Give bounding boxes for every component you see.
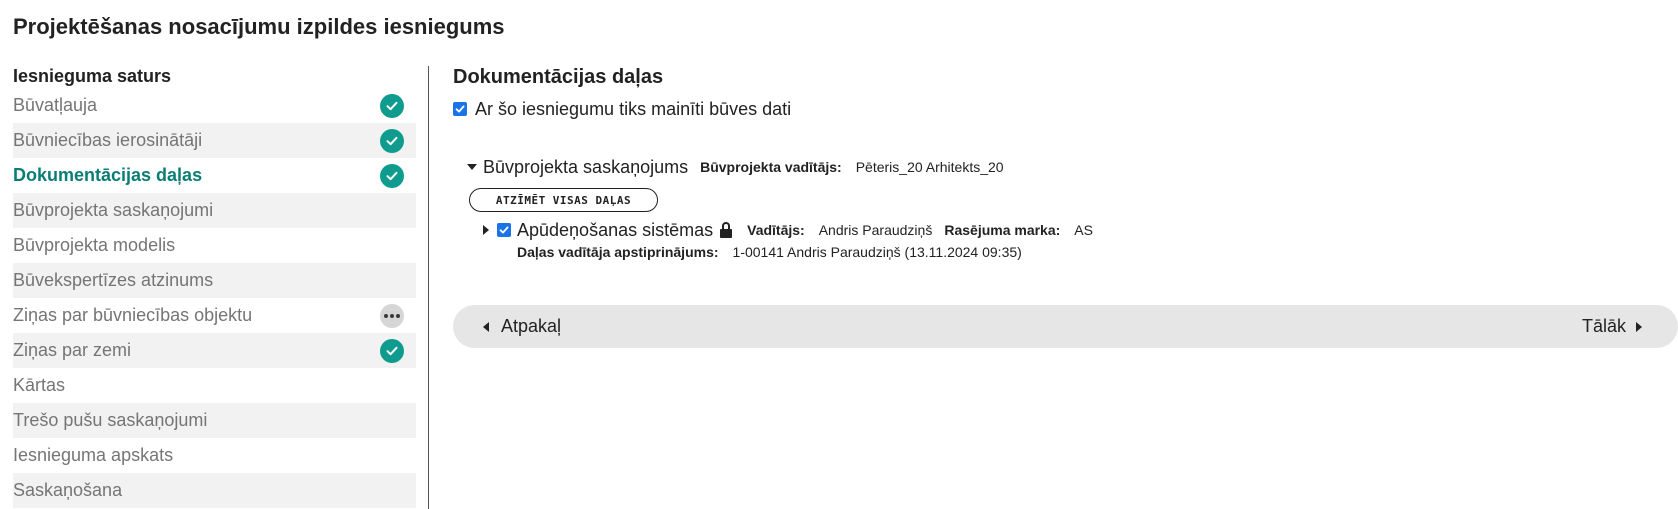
sidebar-item-zinas-par-zemi[interactable]: Ziņas par zemi <box>13 333 416 368</box>
drawing-mark-value: AS <box>1074 222 1093 238</box>
sidebar-item-saskanosana[interactable]: Saskaņošana <box>13 473 416 508</box>
back-button-label: Atpakaļ <box>501 316 562 336</box>
sidebar: Iesnieguma saturs Būvatļauja Būvniecības… <box>13 64 416 508</box>
sidebar-item-label: Būvekspertīzes atzinums <box>13 270 214 290</box>
sidebar-item-buvniecibas-ierosinataji[interactable]: Būvniecības ierosinātāji <box>13 123 416 158</box>
main-content: Dokumentācijas daļas Ar šo iesniegumu ti… <box>453 64 1675 260</box>
sidebar-item-kartas[interactable]: Kārtas <box>13 368 416 403</box>
sidebar-item-label: Ziņas par būvniecības objektu <box>13 305 253 325</box>
sidebar-item-zinas-par-buvniecibas-objektu[interactable]: Ziņas par būvniecības objektu <box>13 298 416 333</box>
document-group: Būvprojekta saskaņojums Būvprojekta vadī… <box>467 156 1016 178</box>
drawing-mark-label: Rasējuma marka: <box>944 222 1061 238</box>
page-title: Projektēšanas nosacījumu izpildes iesnie… <box>13 14 505 39</box>
sidebar-item-buvprojekta-saskanojumi[interactable]: Būvprojekta saskaņojumi <box>13 193 416 228</box>
sidebar-item-label: Būvniecības ierosinātāji <box>13 130 203 150</box>
manager-value: Pēteris_20 Arhitekts_20 <box>855 159 1004 175</box>
approval-value: 1-00141 Andris Paraudziņš (13.11.2024 09… <box>732 244 1022 260</box>
part-checkbox[interactable] <box>497 223 511 237</box>
approval-row: Daļas vadītāja apstiprinājums: 1-00141 A… <box>517 242 1105 262</box>
sidebar-item-label: Trešo pušu saskaņojumi <box>13 410 208 430</box>
check-circle-icon <box>380 93 404 118</box>
lead-value: Andris Paraudziņš <box>818 222 933 238</box>
section-title: Dokumentācijas daļas <box>453 66 664 88</box>
sidebar-item-label: Ziņas par zemi <box>13 340 132 360</box>
sidebar-list: Būvatļauja Būvniecības ierosinātāji Doku… <box>13 88 416 508</box>
vertical-divider <box>428 66 429 509</box>
back-button[interactable]: Atpakaļ <box>483 316 561 337</box>
sidebar-item-iesnieguma-apskats[interactable]: Iesnieguma apskats <box>13 438 416 473</box>
lock-icon <box>719 222 733 238</box>
sidebar-heading: Iesnieguma saturs <box>13 66 172 86</box>
change-data-row: Ar šo iesniegumu tiks mainīti būves dati <box>453 98 1675 120</box>
next-button-label: Tālāk <box>1581 316 1626 336</box>
manager-label: Būvprojekta vadītājs: <box>700 159 842 175</box>
group-header: Būvprojekta saskaņojums Būvprojekta vadī… <box>467 156 1016 178</box>
sidebar-item-buvprojekta-modelis[interactable]: Būvprojekta modelis <box>13 228 416 263</box>
document-part: Apūdeņošanas sistēmas Vadītājs: Andris P… <box>483 218 1105 262</box>
sidebar-item-label: Būvprojekta saskaņojumi <box>13 200 214 220</box>
group-name[interactable]: Būvprojekta saskaņojums <box>483 157 688 178</box>
part-name[interactable]: Apūdeņošanas sistēmas <box>517 220 713 241</box>
more-dots-icon <box>380 303 404 328</box>
expand-caret-icon[interactable] <box>483 225 489 235</box>
check-circle-icon <box>380 338 404 363</box>
lead-label: Vadītājs: <box>747 222 805 238</box>
sidebar-item-treso-pusu-saskanojumi[interactable]: Trešo pušu saskaņojumi <box>13 403 416 438</box>
approval-label: Daļas vadītāja apstiprinājums: <box>517 244 719 260</box>
collapse-caret-icon[interactable] <box>467 164 477 170</box>
sidebar-item-label: Iesnieguma apskats <box>13 445 174 465</box>
check-circle-icon <box>380 128 404 153</box>
next-button[interactable]: Tālāk <box>1582 316 1642 337</box>
sidebar-item-label: Dokumentācijas daļas <box>13 165 203 185</box>
sidebar-item-buvatlauja[interactable]: Būvatļauja <box>13 88 416 123</box>
part-header: Apūdeņošanas sistēmas Vadītājs: Andris P… <box>483 218 1105 242</box>
mark-all-parts-button[interactable]: ATZĪMĒT VISAS DAĻAS <box>469 188 658 212</box>
check-circle-icon <box>380 163 404 188</box>
chevron-right-icon <box>1636 321 1642 332</box>
sidebar-item-dokumentacijas-dalas[interactable]: Dokumentācijas daļas <box>13 158 416 193</box>
sidebar-item-label: Būvprojekta modelis <box>13 235 176 255</box>
chevron-left-icon <box>483 321 489 332</box>
change-data-checkbox[interactable] <box>453 102 467 116</box>
sidebar-item-buvekspertizes-atzinums[interactable]: Būvekspertīzes atzinums <box>13 263 416 298</box>
change-data-checkbox-label[interactable]: Ar šo iesniegumu tiks mainīti būves dati <box>475 99 791 120</box>
sidebar-item-label: Kārtas <box>13 375 66 395</box>
sidebar-item-label: Saskaņošana <box>13 480 123 500</box>
navigation-bar: Atpakaļ Tālāk <box>453 305 1678 348</box>
sidebar-item-label: Būvatļauja <box>13 95 98 115</box>
